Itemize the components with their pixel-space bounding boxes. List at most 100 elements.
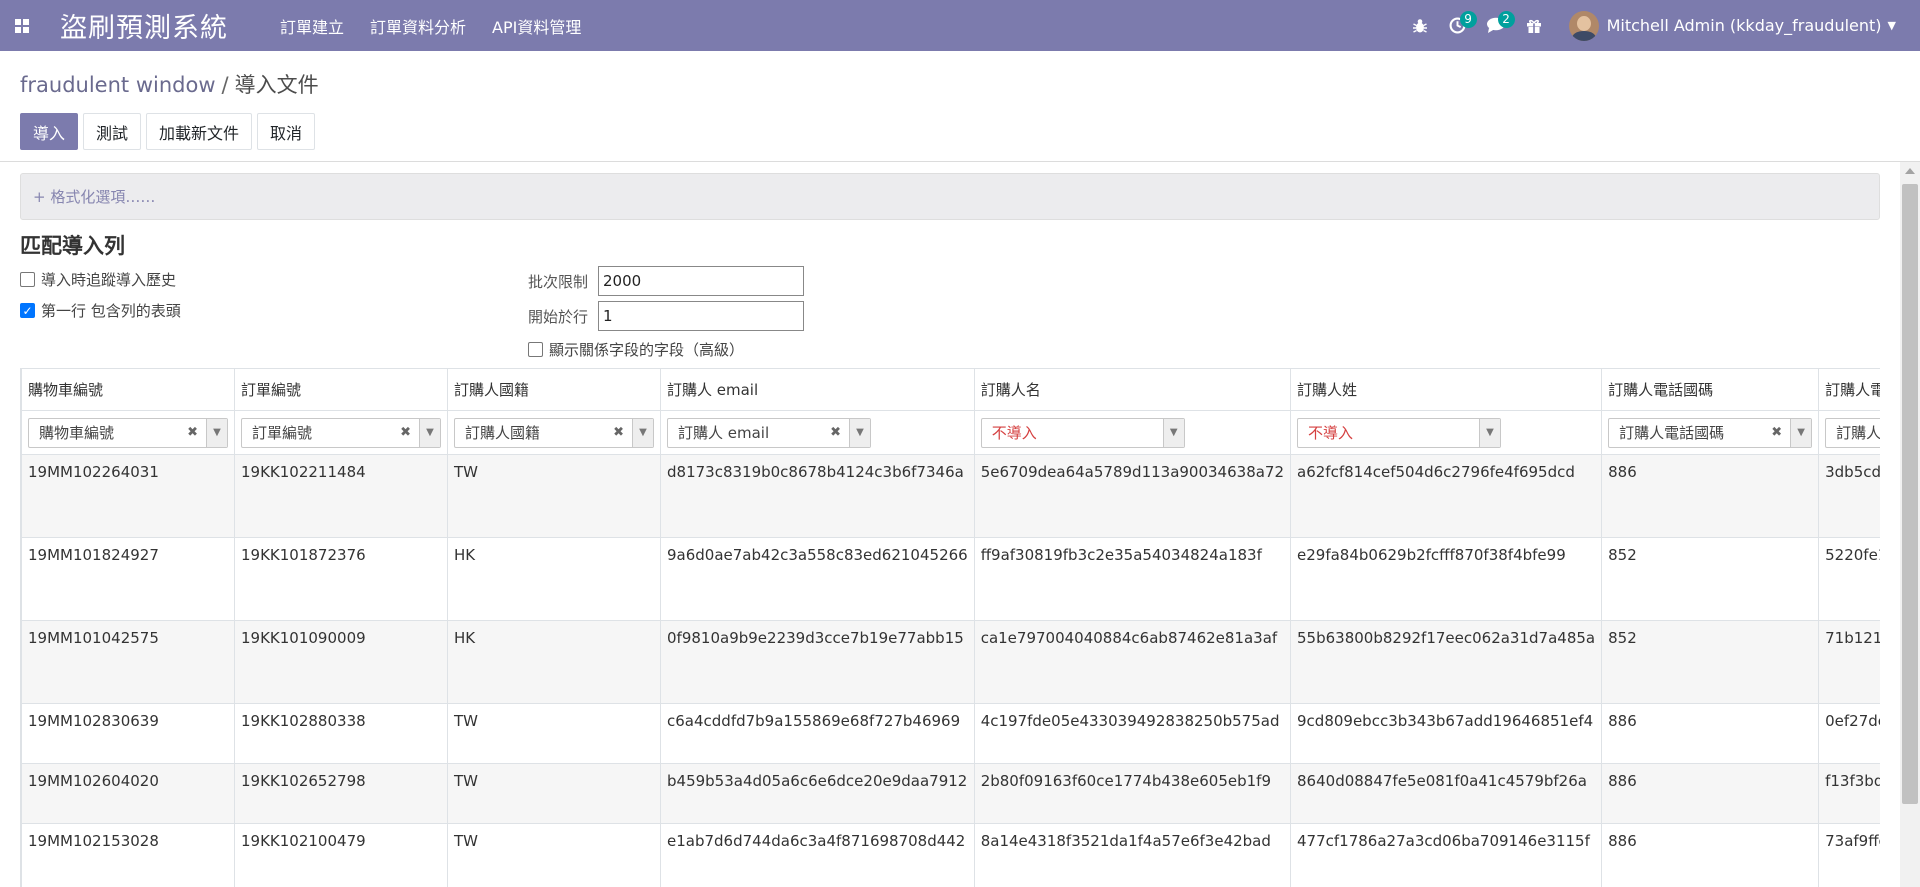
vertical-scrollbar[interactable] xyxy=(1900,162,1920,887)
debug-bug-icon[interactable] xyxy=(1401,0,1439,51)
dropdown-arrow-icon[interactable]: ▼ xyxy=(1479,418,1501,447)
cancel-button[interactable]: 取消 xyxy=(257,113,316,150)
table-cell: 852 xyxy=(1601,620,1820,704)
field-mapping-value: 不導入 xyxy=(991,424,1037,442)
batch-limit-input[interactable]: 2000 xyxy=(598,266,804,296)
clear-icon[interactable]: ✖ xyxy=(187,425,206,440)
import-buttons: 導入 測試 加載新文件 取消 xyxy=(20,113,320,150)
table-row: 19MM102153028 19KK102100479 TW e1ab7d6d7… xyxy=(21,823,1880,887)
scrollbar-thumb[interactable] xyxy=(1902,184,1918,804)
table-cell: 19KK101090009 xyxy=(234,620,448,704)
table-cell: 5220fe1b5e1 xyxy=(1818,537,1880,621)
table-cell: TW xyxy=(447,454,661,538)
import-preview-table: 購物車編號 訂單編號 訂購人國籍 訂購人 email 訂購人名 訂購人姓 訂購人… xyxy=(20,368,1880,887)
table-cell: 19KK101872376 xyxy=(234,537,448,621)
column-header: 訂購人電話國碼 xyxy=(1601,368,1820,411)
table-cell: 19MM101042575 xyxy=(21,620,235,704)
dropdown-arrow-icon[interactable]: ▼ xyxy=(849,418,870,447)
table-cell: f13f3bd37a45 xyxy=(1818,763,1880,824)
test-button[interactable]: 測試 xyxy=(83,113,142,150)
dropdown-arrow-icon[interactable]: ▼ xyxy=(1790,418,1812,447)
start-row-input[interactable]: 1 xyxy=(598,301,804,331)
field-mapping-select[interactable]: 購物車編號 ✖ ▼ xyxy=(28,417,228,448)
table-cell: e29fa84b0629b2fcfff870f38f4bfe99 xyxy=(1290,537,1603,621)
field-mapping-select[interactable]: 訂購人國籍 ✖ ▼ xyxy=(454,417,654,448)
column-header-row: 購物車編號 訂單編號 訂購人國籍 訂購人 email 訂購人名 訂購人姓 訂購人… xyxy=(21,368,1880,411)
show-relational-option[interactable]: 顯示關係字段的字段（高級） xyxy=(528,339,744,360)
field-mapping-value: 訂購人國籍 xyxy=(465,424,541,442)
column-header: 訂購人名 xyxy=(973,368,1292,411)
table-cell: 886 xyxy=(1601,823,1820,887)
field-mapping-value: 購物車編號 xyxy=(39,424,115,442)
table-cell: TW xyxy=(447,703,661,764)
show-relational-checkbox[interactable] xyxy=(528,342,543,357)
dropdown-arrow-icon[interactable]: ▼ xyxy=(206,418,227,447)
table-cell: 9cd809ebcc3b343b67add19646851ef4 xyxy=(1290,703,1603,764)
show-relational-label: 顯示關係字段的字段（高級） xyxy=(549,341,745,359)
table-cell: 477cf1786a27a3cd06ba709146e3115f xyxy=(1290,823,1603,887)
track-history-label: 導入時追蹤導入歷史 xyxy=(41,271,177,289)
table-row: 19MM101824927 19KK101872376 HK 9a6d0ae7a… xyxy=(21,537,1880,621)
field-mapping-select[interactable]: 不導入 ▼ xyxy=(1297,417,1502,448)
table-cell: 19KK102211484 xyxy=(234,454,448,538)
table-cell: a62fcf814cef504d6c2796fe4f695dcd xyxy=(1290,454,1603,538)
dropdown-arrow-icon[interactable]: ▼ xyxy=(419,418,440,447)
user-menu[interactable]: Mitchell Admin (kkday_fraudulent) ▼ xyxy=(1568,10,1896,41)
field-mapping-select[interactable]: 不導入 ▼ xyxy=(980,417,1185,448)
column-header: 訂購人姓 xyxy=(1290,368,1603,411)
messages-chat-icon[interactable]: 2 xyxy=(1477,0,1515,51)
header-row-label: 第一行 包含列的表頭 xyxy=(41,302,181,320)
column-header: 購物車編號 xyxy=(21,368,235,411)
user-name: Mitchell Admin (kkday_fraudulent) xyxy=(1606,16,1882,35)
top-navbar: 盜刷預測系統 訂單建立 訂單資料分析 API資料管理 9 2 Mitchell … xyxy=(0,0,1920,51)
dropdown-arrow-icon[interactable]: ▼ xyxy=(1162,418,1184,447)
table-cell: 3db5cdbb768 xyxy=(1818,454,1880,538)
breadcrumb-current: 導入文件 xyxy=(234,73,319,97)
track-history-checkbox[interactable] xyxy=(20,272,35,287)
scroll-up-arrow-icon[interactable] xyxy=(1905,168,1915,174)
message-count-badge: 2 xyxy=(1497,11,1515,28)
table-cell: 5e6709dea64a5789d113a90034638a72 xyxy=(973,454,1292,538)
table-cell: TW xyxy=(447,763,661,824)
table-cell: 19MM102604020 xyxy=(21,763,235,824)
table-cell: e1ab7d6d744da6c3a4f871698708d442 xyxy=(660,823,975,887)
menu-item-order-create[interactable]: 訂單建立 xyxy=(280,14,344,38)
table-cell: c6a4cddfd7b9a155869e68f727b46969 xyxy=(660,703,975,764)
import-button[interactable]: 導入 xyxy=(20,113,79,150)
field-mapping-select[interactable]: 訂單編號 ✖ ▼ xyxy=(241,417,441,448)
clear-icon[interactable]: ✖ xyxy=(613,425,632,440)
clear-icon[interactable]: ✖ xyxy=(830,425,849,440)
table-cell: 71b12169bfe xyxy=(1818,620,1880,704)
clear-icon[interactable]: ✖ xyxy=(1771,425,1790,440)
field-mapping-select[interactable]: 訂購人 email ✖ ▼ xyxy=(667,417,871,448)
table-cell: 0f9810a9b9e2239d3cce7b19e77abb15 xyxy=(660,620,975,704)
field-mapping-value: 不導入 xyxy=(1308,424,1354,442)
table-cell: 19KK102100479 xyxy=(234,823,448,887)
table-cell: 886 xyxy=(1601,454,1820,538)
app-brand[interactable]: 盜刷預測系統 xyxy=(60,6,228,45)
format-options-toggle[interactable]: + 格式化選項…… xyxy=(20,173,1880,220)
menu-item-api-management[interactable]: API資料管理 xyxy=(492,14,581,38)
table-cell: 55b63800b8292f17eec062a31d7a485a xyxy=(1290,620,1603,704)
start-row-field: 開始於行 1 xyxy=(528,301,804,331)
column-header: 訂單編號 xyxy=(234,368,448,411)
dropdown-arrow-icon[interactable]: ▼ xyxy=(632,418,653,447)
apps-menu-icon[interactable] xyxy=(0,0,44,51)
load-new-file-button[interactable]: 加載新文件 xyxy=(146,113,253,150)
menu-item-order-analysis[interactable]: 訂單資料分析 xyxy=(370,14,466,38)
header-row-checkbox[interactable]: ✓ xyxy=(20,303,35,318)
table-cell: 886 xyxy=(1601,763,1820,824)
gift-icon[interactable] xyxy=(1515,0,1553,51)
track-history-option[interactable]: 導入時追蹤導入歷史 xyxy=(20,269,176,290)
field-mapping-select[interactable]: 訂購人電話國碼 ✖ ▼ xyxy=(1608,417,1813,448)
table-cell: 8a14e4318f3521da1f4a57e6f3e42bad xyxy=(973,823,1292,887)
breadcrumb-parent[interactable]: fraudulent window xyxy=(20,73,216,97)
section-title: 匹配導入列 xyxy=(20,234,125,258)
header-row-option[interactable]: ✓ 第一行 包含列的表頭 xyxy=(20,300,181,321)
clear-icon[interactable]: ✖ xyxy=(400,425,419,440)
table-cell: b459b53a4d05a6c6e6dce20e9daa7912 xyxy=(660,763,975,824)
batch-limit-label: 批次限制 xyxy=(528,272,589,291)
activity-clock-icon[interactable]: 9 xyxy=(1439,0,1477,51)
table-cell: 19MM102264031 xyxy=(21,454,235,538)
field-mapping-select[interactable]: 訂購人電話✖▼ xyxy=(1825,417,1880,448)
